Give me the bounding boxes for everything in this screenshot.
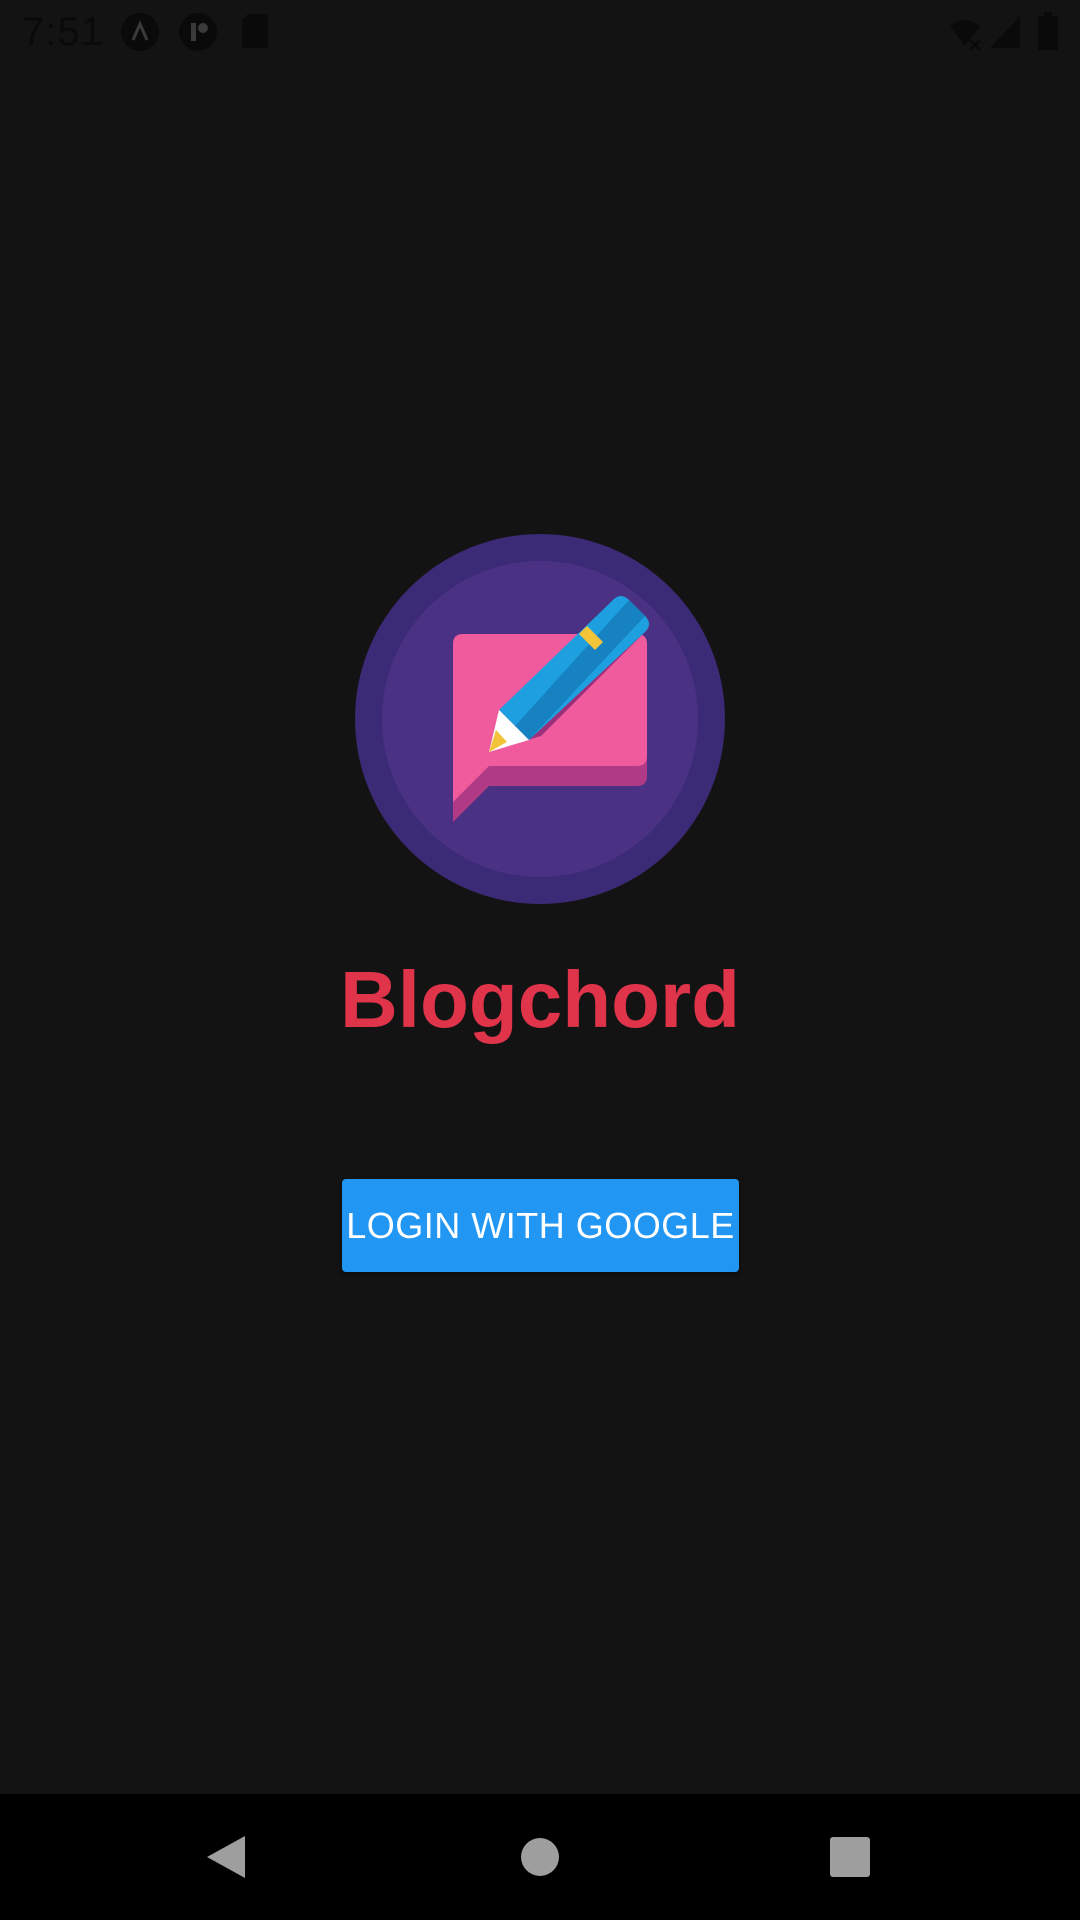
wifi-off-icon bbox=[948, 12, 982, 57]
status-bar: 7:51 bbox=[0, 0, 1080, 64]
back-icon bbox=[207, 1836, 245, 1878]
app-f-icon bbox=[178, 12, 218, 57]
app-title: Blogchord bbox=[340, 955, 740, 1044]
recents-icon bbox=[830, 1837, 870, 1877]
login-screen: 7:51 Blogchord LOGIN WITH GOOGLE bbox=[0, 0, 1080, 1920]
recents-button[interactable] bbox=[770, 1794, 930, 1920]
login-with-google-button[interactable]: LOGIN WITH GOOGLE bbox=[342, 1179, 739, 1272]
app-a-icon bbox=[120, 12, 160, 57]
sd-card-icon bbox=[240, 12, 270, 55]
blog-pencil-chat-icon bbox=[355, 534, 725, 904]
status-time: 7:51 bbox=[22, 10, 104, 54]
back-button[interactable] bbox=[146, 1794, 306, 1920]
home-button[interactable] bbox=[460, 1794, 620, 1920]
home-icon bbox=[521, 1838, 559, 1876]
signal-icon bbox=[988, 12, 1022, 57]
navigation-bar bbox=[0, 1794, 1080, 1920]
battery-icon bbox=[1036, 12, 1060, 57]
